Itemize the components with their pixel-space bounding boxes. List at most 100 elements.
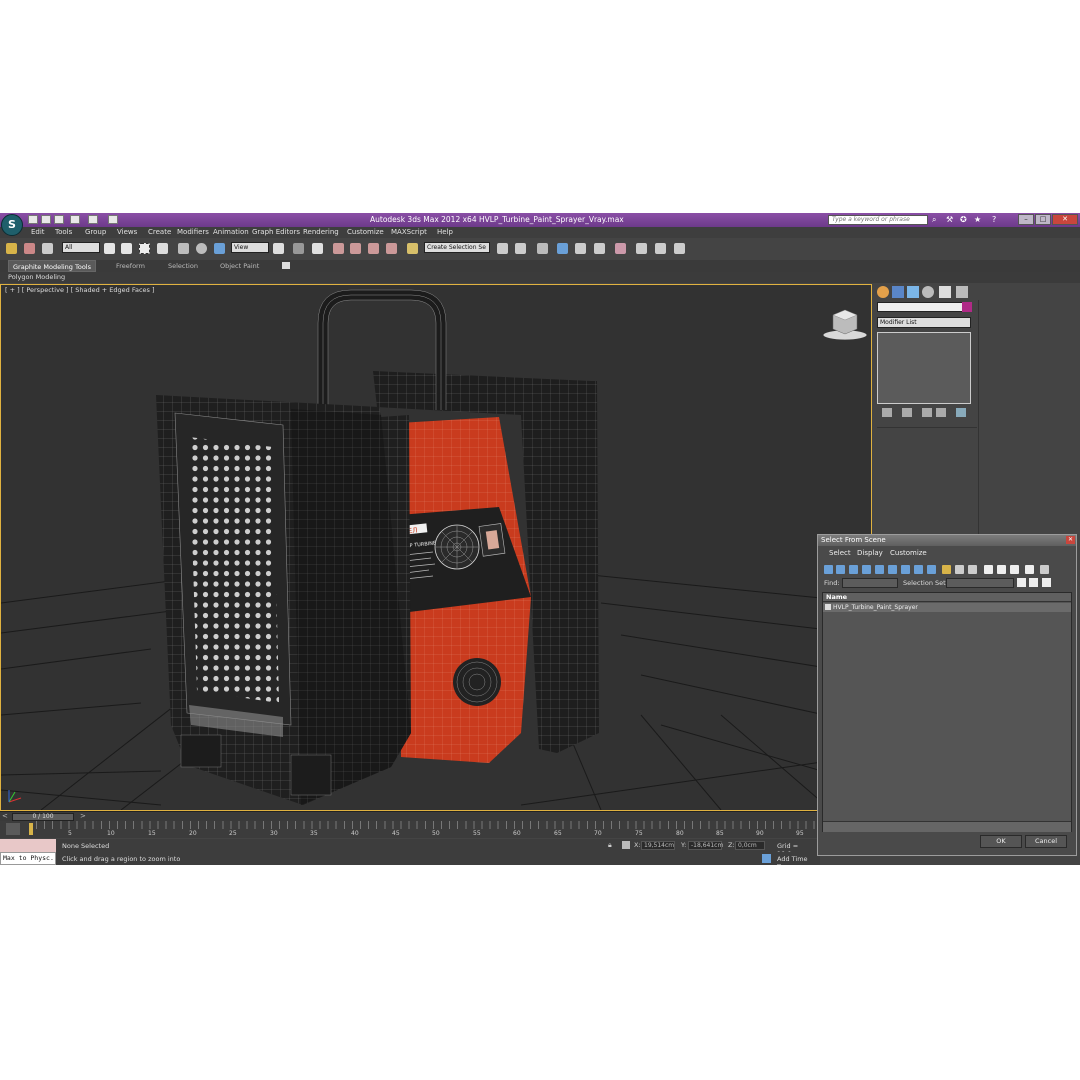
dialog-close-icon[interactable]: ✕ — [1066, 536, 1075, 544]
communication-icon[interactable]: ✪ — [960, 215, 970, 224]
create-tab-icon[interactable] — [877, 286, 889, 298]
scene-object-list[interactable]: Name HVLP_Turbine_Paint_Sprayer — [822, 592, 1072, 832]
redo-icon[interactable] — [88, 215, 98, 224]
object-name-field[interactable] — [877, 302, 967, 312]
filter-geometry-icon[interactable] — [824, 565, 833, 574]
time-tag-icon[interactable] — [762, 854, 771, 863]
motion-tab-icon[interactable] — [922, 286, 934, 298]
rendered-frame-icon[interactable] — [655, 243, 666, 254]
select-invert-icon[interactable] — [1010, 565, 1019, 574]
pivot-center-icon[interactable] — [273, 243, 284, 254]
percent-snap-icon[interactable] — [368, 243, 379, 254]
material-editor-icon[interactable] — [615, 243, 626, 254]
window-crossing-icon[interactable] — [157, 243, 168, 254]
perspective-viewport[interactable]: [ + ] [ Perspective ] [ Shaded + Edged F… — [0, 284, 872, 811]
filter-shapes-icon[interactable] — [836, 565, 845, 574]
close-button[interactable]: ✕ — [1052, 214, 1078, 225]
new-file-icon[interactable] — [28, 215, 38, 224]
modifier-list-dropdown[interactable]: Modifier List — [877, 317, 971, 328]
selection-set-dropdown[interactable] — [946, 578, 1014, 588]
scale-icon[interactable] — [214, 243, 225, 254]
prev-frame-icon[interactable]: < — [2, 812, 8, 820]
rectangular-selection-icon[interactable] — [139, 243, 150, 254]
mirror-icon[interactable] — [497, 243, 508, 254]
z-coordinate-field[interactable]: 0,0cm — [735, 841, 765, 850]
project-folder-icon[interactable] — [108, 215, 118, 224]
spinner-snap-icon[interactable] — [386, 243, 397, 254]
select-by-name-icon[interactable] — [121, 243, 132, 254]
app-logo-icon[interactable]: S — [1, 214, 23, 236]
move-icon[interactable] — [178, 243, 189, 254]
display-none-icon[interactable] — [955, 565, 964, 574]
list-item[interactable]: HVLP_Turbine_Paint_Sprayer — [823, 603, 1071, 612]
tab-graphite-modeling-tools[interactable]: Graphite Modeling Tools — [8, 260, 97, 272]
tab-selection[interactable]: Selection — [164, 260, 202, 272]
favorites-icon[interactable]: ★ — [974, 215, 984, 224]
cancel-button[interactable]: Cancel — [1025, 835, 1067, 848]
select-dependents-icon[interactable] — [1025, 565, 1034, 574]
select-none-icon[interactable] — [997, 565, 1006, 574]
menu-group[interactable]: Group — [85, 228, 106, 236]
x-coordinate-field[interactable]: 19,514cm — [641, 841, 675, 850]
hierarchy-tab-icon[interactable] — [907, 286, 919, 298]
render-setup-icon[interactable] — [636, 243, 647, 254]
menu-tools[interactable]: Tools — [55, 228, 72, 236]
ribbon-options-icon[interactable] — [282, 262, 290, 269]
menu-graph-editors[interactable]: Graph Editors — [252, 228, 300, 236]
graphite-toggle-icon[interactable] — [557, 243, 568, 254]
edit-named-selection-icon[interactable] — [407, 243, 418, 254]
snaps-toggle-icon[interactable] — [333, 243, 344, 254]
schematic-view-icon[interactable] — [594, 243, 605, 254]
dialog-menu-display[interactable]: Display — [857, 549, 883, 557]
selection-set-save-icon[interactable] — [1017, 578, 1026, 587]
named-selection-dropdown[interactable]: Create Selection Se — [424, 242, 490, 253]
menu-customize[interactable]: Customize — [347, 228, 384, 236]
dialog-menu-select[interactable]: Select — [829, 549, 851, 557]
polygon-modeling-panel[interactable]: Polygon Modeling — [8, 273, 65, 281]
display-invert-icon[interactable] — [968, 565, 977, 574]
dialog-title[interactable]: Select From Scene — [818, 535, 1076, 546]
find-input[interactable] — [842, 578, 898, 588]
dialog-menu-customize[interactable]: Customize — [890, 549, 927, 557]
add-time-tag[interactable]: Add Time Tag — [777, 855, 820, 865]
selection-set-edit-icon[interactable] — [1029, 578, 1038, 587]
remove-modifier-icon[interactable] — [936, 408, 946, 417]
display-all-icon[interactable] — [942, 565, 951, 574]
configure-sets-icon[interactable] — [956, 408, 966, 417]
menu-modifiers[interactable]: Modifiers — [177, 228, 209, 236]
minimize-button[interactable]: – — [1018, 214, 1034, 225]
modify-tab-icon[interactable] — [892, 286, 904, 298]
menu-maxscript[interactable]: MAXScript — [391, 228, 427, 236]
reference-coordinate-dropdown[interactable]: View — [231, 242, 269, 253]
search-input[interactable]: Type a keyword or phrase — [828, 215, 928, 225]
keyboard-shortcut-icon[interactable] — [312, 243, 323, 254]
render-production-icon[interactable] — [674, 243, 685, 254]
utilities-tab-icon[interactable] — [956, 286, 968, 298]
menu-views[interactable]: Views — [117, 228, 137, 236]
filter-funnel-icon[interactable] — [1040, 565, 1049, 574]
undo-icon[interactable] — [70, 215, 80, 224]
column-header-name[interactable]: Name — [823, 593, 1071, 602]
bind-spacewarp-icon[interactable] — [42, 243, 53, 254]
select-manipulate-icon[interactable] — [293, 243, 304, 254]
select-all-icon[interactable] — [984, 565, 993, 574]
time-ruler[interactable]: 5 10 15 20 25 30 35 40 45 50 55 60 65 70… — [0, 821, 820, 838]
layer-manager-icon[interactable] — [537, 243, 548, 254]
frame-counter[interactable]: 0 / 100 — [12, 813, 74, 821]
help-icon[interactable]: ? — [992, 215, 1002, 224]
rotate-icon[interactable] — [196, 243, 207, 254]
maxscript-listener[interactable] — [0, 839, 56, 852]
link-icon[interactable] — [6, 243, 17, 254]
lock-icon[interactable]: 🔒︎ — [608, 841, 615, 849]
unlink-icon[interactable] — [24, 243, 35, 254]
curve-editor-icon[interactable] — [575, 243, 586, 254]
subscription-icon[interactable]: ⚒ — [946, 215, 956, 224]
filter-xrefs-icon[interactable] — [914, 565, 923, 574]
ok-button[interactable]: OK — [980, 835, 1022, 848]
horizontal-scrollbar[interactable] — [823, 821, 1071, 832]
mini-curve-editor-icon[interactable] — [6, 823, 20, 835]
selection-filter-dropdown[interactable]: All — [62, 242, 100, 253]
save-file-icon[interactable] — [54, 215, 64, 224]
modifier-stack[interactable] — [877, 332, 971, 404]
y-coordinate-field[interactable]: -18,641cm — [688, 841, 723, 850]
